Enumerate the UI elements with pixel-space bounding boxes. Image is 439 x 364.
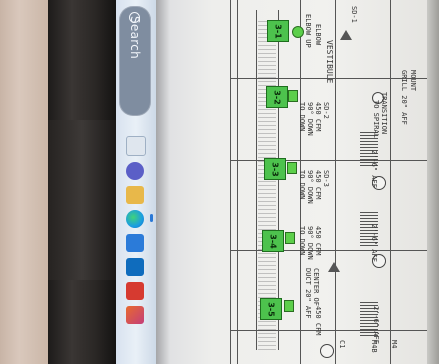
note-m4b: M4B xyxy=(370,340,378,353)
note-aff-3: 2'-6" AFF xyxy=(372,306,380,344)
note-down-6: TO DOWN xyxy=(298,226,306,256)
wall-line xyxy=(237,0,238,364)
office-icon[interactable] xyxy=(126,306,144,324)
wall-line xyxy=(390,0,391,364)
grid-line xyxy=(230,330,430,331)
edge-active-indicator xyxy=(150,214,153,222)
grid-line xyxy=(230,160,430,161)
store-icon[interactable] xyxy=(126,234,144,252)
screen-edge xyxy=(427,0,439,364)
note-elbow: ELBOW xyxy=(314,24,322,46)
wall-line xyxy=(335,0,336,364)
monitor-bezel-shade xyxy=(48,120,116,280)
note-cfm-2: 450 CFM xyxy=(314,170,322,200)
note-sd-3: SD-3 xyxy=(322,170,330,187)
note-cfm-3: 450 CFM xyxy=(314,226,322,256)
duct-marker xyxy=(288,90,298,102)
note-m4: M4 xyxy=(390,340,398,349)
wall-background xyxy=(0,0,48,364)
tag-3-3[interactable]: 3-3 xyxy=(264,158,286,180)
note-down-3: 90° DOWN xyxy=(306,170,314,204)
tag-3-4[interactable]: 3-4 xyxy=(262,230,284,252)
grid-line xyxy=(230,250,430,251)
tag-label: 3-2 xyxy=(272,89,282,105)
note-grill: GRILL 20" AFF xyxy=(400,70,408,125)
wall-line xyxy=(230,0,231,364)
tag-label: 3-5 xyxy=(266,301,276,317)
tag-3-5[interactable]: 3-5 xyxy=(260,298,282,320)
search-label: Search xyxy=(128,16,142,60)
tag-3-1[interactable]: 3-1 xyxy=(267,20,289,42)
tag-label: 3-3 xyxy=(270,161,280,177)
triangle-marker xyxy=(328,262,340,272)
screen-shadow xyxy=(156,0,170,364)
note-mount: MOUNT xyxy=(409,70,417,92)
note-sd-2: SD-2 xyxy=(322,102,330,119)
tag-3-2[interactable]: 3-2 xyxy=(266,86,288,108)
duct-marker xyxy=(287,162,297,174)
acrobat-icon[interactable] xyxy=(126,282,144,300)
note-down-4: TO DOWN xyxy=(298,170,306,200)
note-vestibule: VESTIBULE xyxy=(325,40,334,84)
note-down-5: 90° DOWN xyxy=(306,226,314,260)
duct-marker xyxy=(284,300,294,312)
tag-label: 3-4 xyxy=(268,233,278,249)
note-center: CENTER OF xyxy=(312,268,320,306)
teams-icon[interactable] xyxy=(126,162,144,180)
duct-marker xyxy=(292,26,304,38)
note-duct: DUCT 20" AFF xyxy=(304,268,312,319)
file-explorer-icon[interactable] xyxy=(126,136,146,156)
note-aff-2: 2'-6" AFF xyxy=(370,224,378,262)
edge-icon[interactable] xyxy=(126,210,144,228)
outlook-icon[interactable] xyxy=(126,258,144,276)
duct-line xyxy=(256,10,257,350)
note-cfm-4: 450 CFM xyxy=(314,306,322,336)
duct-marker xyxy=(285,232,295,244)
note-transition: TRANSITION xyxy=(380,92,388,135)
note-down-1: 90° DOWN xyxy=(306,102,314,136)
note-aff-1: 2'-6" AFF xyxy=(370,150,378,188)
tag-label: 3-1 xyxy=(273,23,283,39)
note-cfm-1: 450 CFM xyxy=(314,102,322,132)
mail-icon[interactable] xyxy=(126,186,144,204)
note-to-spiral: TO SPIRAL xyxy=(372,100,380,138)
note-c1: C1 xyxy=(338,340,346,349)
triangle-marker xyxy=(340,30,352,40)
note-elbow-up: ELBOW UP xyxy=(304,14,312,48)
note-sd-1: SD-1 xyxy=(350,6,358,23)
note-down-2: TO DOWN xyxy=(298,102,306,132)
diffuser-symbol xyxy=(320,344,334,358)
